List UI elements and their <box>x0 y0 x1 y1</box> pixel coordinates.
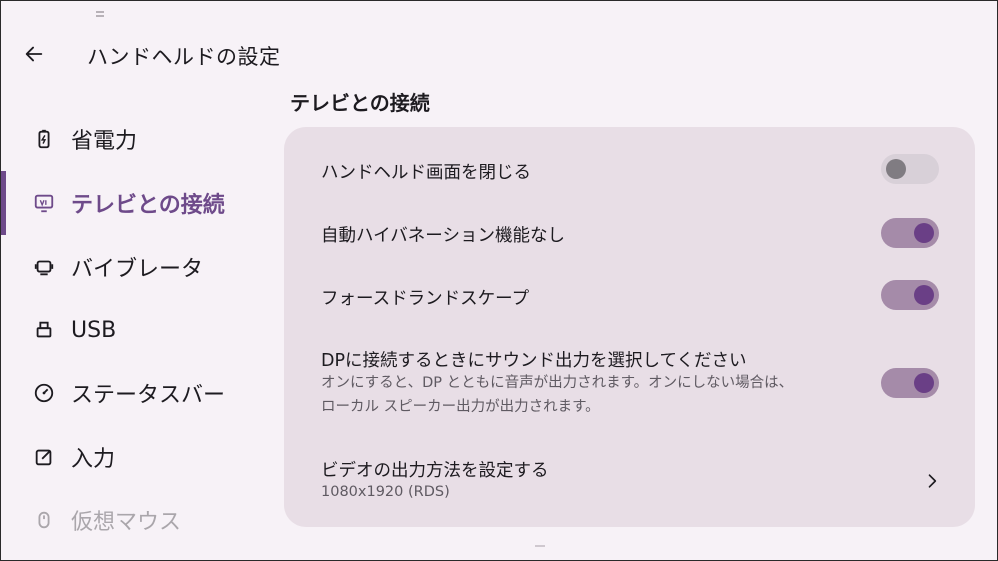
mouse-icon <box>31 507 57 533</box>
back-button[interactable] <box>19 39 49 69</box>
setting-title: ビデオの出力方法を設定する <box>321 461 549 481</box>
sidebar-nav: 省電力 テレビとの接続 バイブレータ USB ステータスバー 入力 仮想マウス <box>1 109 271 560</box>
sidebar-item-label: USB <box>71 317 117 343</box>
setting-description-line2: ローカル スピーカー出力が出力されます。 <box>321 399 600 415</box>
toggle-switch[interactable] <box>881 218 939 248</box>
sidebar-item-power-saving[interactable]: 省電力 <box>1 114 271 164</box>
sidebar-item-vibrator[interactable]: バイブレータ <box>1 242 271 292</box>
switch-knob <box>914 223 934 243</box>
sidebar-item-label: 入力 <box>71 447 116 472</box>
toggle-switch[interactable] <box>881 368 939 398</box>
sidebar-item-tv-connection[interactable]: テレビとの接続 <box>1 171 271 235</box>
sidebar-item-usb[interactable]: USB <box>1 305 271 355</box>
setting-title: DPに接続するときにサウンド出力を選択してください <box>321 351 747 371</box>
settings-window: ハンドヘルドの設定 省電力 テレビとの接続 バイブレータ USB ステータスバー… <box>0 0 998 561</box>
setting-value: 1080x1920 (RDS) <box>321 484 450 500</box>
section-title: テレビとの接続 <box>290 91 430 115</box>
tv-cast-icon <box>31 190 57 216</box>
sidebar-item-label: 仮想マウス <box>71 510 182 535</box>
setting-title: ハンドヘルド画面を閉じる <box>321 163 531 183</box>
switch-knob <box>914 285 934 305</box>
setting-dp-sound-output[interactable]: DPに接続するときにサウンド出力を選択してください オンにすると、DP とともに… <box>284 339 975 439</box>
sidebar-item-label: バイブレータ <box>71 257 204 282</box>
settings-card: ハンドヘルド画面を閉じる 自動ハイバネーション機能なし フォースドランドスケープ… <box>284 127 975 527</box>
sidebar-item-label: ステータスバー <box>71 383 226 408</box>
setting-forced-landscape[interactable]: フォースドランドスケープ <box>284 275 975 339</box>
edit-icon <box>31 444 57 470</box>
sidebar-item-virtual-mouse[interactable]: 仮想マウス <box>1 495 271 545</box>
setting-description-line1: オンにすると、DP とともに音声が出力されます。オンにしない場合は、 <box>321 375 794 391</box>
arrow-left-icon <box>25 46 43 62</box>
setting-video-output-method[interactable]: ビデオの出力方法を設定する 1080x1920 (RDS) <box>284 439 975 527</box>
switch-knob <box>886 159 906 179</box>
page-title: ハンドヘルドの設定 <box>87 45 281 69</box>
sidebar-item-input[interactable]: 入力 <box>1 432 271 482</box>
sidebar-item-status-bar[interactable]: ステータスバー <box>1 368 271 418</box>
top-app-bar: ハンドヘルドの設定 <box>1 1 997 111</box>
status-indicator <box>96 11 104 17</box>
battery-icon <box>31 126 57 152</box>
toggle-switch[interactable] <box>881 280 939 310</box>
speedometer-icon <box>31 380 57 406</box>
setting-title: フォースドランドスケープ <box>321 289 530 309</box>
usb-icon <box>31 317 57 343</box>
toggle-switch[interactable] <box>881 154 939 184</box>
chevron-right-icon <box>922 471 942 491</box>
scroll-handle <box>535 545 545 547</box>
setting-title: 自動ハイバネーション機能なし <box>321 226 565 246</box>
setting-no-auto-hibernation[interactable]: 自動ハイバネーション機能なし <box>284 211 975 275</box>
vibration-icon <box>31 254 57 280</box>
sidebar-item-label: 省電力 <box>71 129 138 154</box>
active-indicator <box>1 171 6 235</box>
switch-knob <box>914 373 934 393</box>
setting-close-handheld-screen[interactable]: ハンドヘルド画面を閉じる <box>284 127 975 211</box>
sidebar-item-label: テレビとの接続 <box>71 193 225 218</box>
